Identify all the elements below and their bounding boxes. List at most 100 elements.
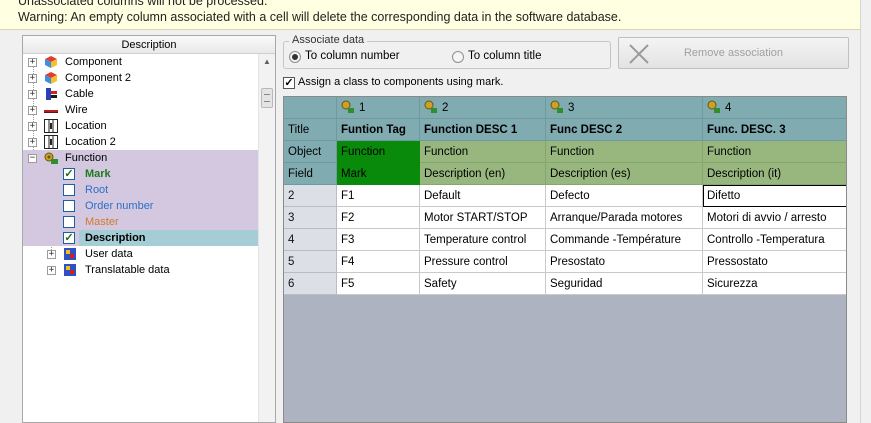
wire-icon — [44, 110, 58, 113]
grid-cell[interactable]: F3 — [337, 229, 420, 251]
row-label-title: Title — [284, 119, 337, 141]
column-object[interactable]: Function — [546, 141, 703, 163]
grid-cell[interactable]: F4 — [337, 251, 420, 273]
banner-line-1: Unassociated columns will not be process… — [18, 0, 268, 8]
tree-group-label: Translatable data — [85, 264, 170, 276]
expand-icon[interactable]: + — [28, 90, 37, 99]
grid-cell[interactable]: Motor START/STOP — [420, 207, 546, 229]
column-title[interactable]: Function DESC 1 — [420, 119, 546, 141]
collapse-icon[interactable]: − — [28, 154, 37, 163]
banner-line-2: Warning: An empty column associated with… — [18, 10, 622, 24]
tree-field-master[interactable]: Master — [23, 214, 258, 230]
checkbox-icon[interactable] — [63, 200, 75, 212]
row-label-object: Object — [284, 141, 337, 163]
tree-field-root[interactable]: Root — [23, 182, 258, 198]
tree-field-label: Root — [85, 184, 109, 196]
user-data-icon — [64, 248, 76, 260]
grid-cell[interactable]: Arranque/Parada motores — [546, 207, 703, 229]
expand-icon[interactable]: + — [28, 138, 37, 147]
column-object[interactable]: Function — [337, 141, 420, 163]
column-number: 1 — [359, 102, 366, 114]
grid-cell[interactable]: F2 — [337, 207, 420, 229]
expand-icon[interactable]: + — [28, 58, 37, 67]
grid-column-header[interactable]: 1 — [337, 97, 420, 119]
grid-cell[interactable]: Safety — [420, 273, 546, 295]
tree-item-label: Function — [65, 152, 108, 164]
row-number[interactable]: 4 — [284, 229, 337, 251]
function-icon — [707, 100, 720, 113]
remove-association-button[interactable]: Remove association — [618, 37, 849, 69]
tree-field-mark[interactable]: ✓ Mark — [23, 166, 258, 182]
grid-cell[interactable]: F5 — [337, 273, 420, 295]
tree-field-description[interactable]: ✓ Description — [23, 230, 258, 246]
checkbox-icon[interactable] — [63, 216, 75, 228]
column-field[interactable]: Mark — [337, 163, 420, 185]
expand-icon[interactable]: + — [28, 122, 37, 131]
tree-scrollbar[interactable]: ▲ — [258, 54, 275, 422]
expand-icon[interactable]: + — [28, 74, 37, 83]
grid-cell[interactable]: Pressure control — [420, 251, 546, 273]
grid-column-header[interactable]: 2 — [420, 97, 546, 119]
tree-group-user-data[interactable]: + User data — [23, 246, 258, 262]
tree-item-component-2[interactable]: + Component 2 — [23, 70, 258, 86]
column-field[interactable]: Description (it) — [703, 163, 846, 185]
grid-cell[interactable]: Defecto — [546, 185, 703, 207]
tree-item-label: Component 2 — [65, 72, 132, 84]
grid-cell[interactable]: Motori di avvio / arresto — [703, 207, 846, 229]
radio-to-column-title[interactable] — [452, 51, 464, 63]
tree-item-location[interactable]: + Location — [23, 118, 258, 134]
checkbox-checked-icon[interactable]: ✓ — [63, 168, 75, 180]
row-number[interactable]: 3 — [284, 207, 337, 229]
warning-banner: Unassociated columns will not be process… — [0, 0, 860, 30]
grid-cell[interactable]: Pressostato — [703, 251, 846, 273]
row-number[interactable]: 5 — [284, 251, 337, 273]
grid-cell[interactable]: Seguridad — [546, 273, 703, 295]
expand-icon[interactable]: + — [28, 106, 37, 115]
scroll-up-icon[interactable]: ▲ — [261, 55, 273, 69]
tree-field-order-number[interactable]: Order number — [23, 198, 258, 214]
grid-cell[interactable]: F1 — [337, 185, 420, 207]
column-object[interactable]: Function — [703, 141, 846, 163]
tree-item-function[interactable]: − Function — [23, 150, 258, 166]
window-scrollbar[interactable] — [860, 0, 871, 423]
column-title[interactable]: Func. DESC. 3 — [703, 119, 846, 141]
grid-cell[interactable]: Sicurezza — [703, 273, 846, 295]
expand-icon[interactable]: + — [47, 266, 56, 275]
grid-column-header[interactable]: 3 — [546, 97, 703, 119]
column-title[interactable]: Func DESC 2 — [546, 119, 703, 141]
grid-cell[interactable]: Controllo -Temperatura — [703, 229, 846, 251]
column-field[interactable]: Description (es) — [546, 163, 703, 185]
tree-item-location-2[interactable]: + Location 2 — [23, 134, 258, 150]
row-number[interactable]: 6 — [284, 273, 337, 295]
grid-corner — [284, 97, 337, 119]
associate-data-legend: Associate data — [289, 34, 368, 46]
expand-icon[interactable]: + — [47, 250, 56, 259]
radio-label-column-number[interactable]: To column number — [305, 50, 400, 62]
tree-item-cable[interactable]: + Cable — [23, 86, 258, 102]
checkbox-checked-icon[interactable]: ✓ — [63, 232, 75, 244]
column-field[interactable]: Description (en) — [420, 163, 546, 185]
association-grid[interactable]: 1 2 3 4 Title Funtion Tag Function DESC … — [283, 96, 847, 423]
scrollbar-thumb[interactable] — [261, 88, 273, 108]
grid-column-header[interactable]: 4 — [703, 97, 846, 119]
grid-cell[interactable]: Default — [420, 185, 546, 207]
tree-item-component[interactable]: + Component — [23, 54, 258, 70]
checkbox-icon[interactable] — [63, 184, 75, 196]
row-label-field: Field — [284, 163, 337, 185]
tree-item-label: Location — [65, 120, 107, 132]
grid-cell[interactable]: Temperature control — [420, 229, 546, 251]
radio-label-column-title[interactable]: To column title — [468, 50, 542, 62]
column-number: 3 — [568, 102, 575, 114]
tree-group-translatable-data[interactable]: + Translatable data — [23, 262, 258, 278]
grid-cell[interactable]: Presostato — [546, 251, 703, 273]
tree-item-label: Cable — [65, 88, 94, 100]
column-object[interactable]: Function — [420, 141, 546, 163]
tree-item-wire[interactable]: + Wire — [23, 102, 258, 118]
column-title[interactable]: Funtion Tag — [337, 119, 420, 141]
checkbox-checked-icon[interactable]: ✓ — [283, 77, 295, 89]
radio-to-column-number[interactable] — [289, 51, 301, 63]
row-number[interactable]: 2 — [284, 185, 337, 207]
grid-cell[interactable]: Commande -Température — [546, 229, 703, 251]
grid-cell-current[interactable]: Difetto — [703, 185, 846, 207]
tree-header[interactable]: Description — [23, 36, 275, 54]
